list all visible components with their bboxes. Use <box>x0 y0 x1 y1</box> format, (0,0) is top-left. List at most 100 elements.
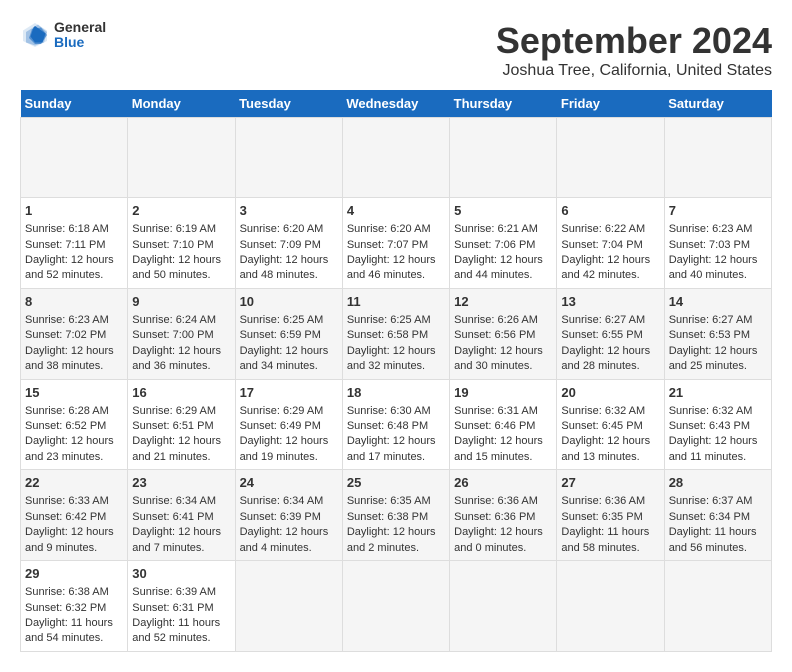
sunset: Sunset: 6:49 PM <box>240 420 321 432</box>
sunrise: Sunrise: 6:25 AM <box>347 314 431 326</box>
logo: General Blue <box>20 20 106 51</box>
daylight-label: Daylight: 12 hours and 15 minutes. <box>454 435 543 462</box>
sunset: Sunset: 6:51 PM <box>132 420 213 432</box>
daylight-label: Daylight: 12 hours and 4 minutes. <box>240 526 329 553</box>
day-number: 8 <box>25 293 123 311</box>
calendar-header-row: SundayMondayTuesdayWednesdayThursdayFrid… <box>21 90 772 118</box>
day-number: 7 <box>669 202 767 220</box>
calendar-cell: 20Sunrise: 6:32 AMSunset: 6:45 PMDayligh… <box>557 379 664 470</box>
day-number: 12 <box>454 293 552 311</box>
sunset: Sunset: 6:53 PM <box>669 329 750 341</box>
calendar-cell: 5Sunrise: 6:21 AMSunset: 7:06 PMDaylight… <box>450 198 557 289</box>
page-header: General Blue September 2024 Joshua Tree,… <box>20 20 772 80</box>
sunrise: Sunrise: 6:37 AM <box>669 495 753 507</box>
sunset: Sunset: 6:58 PM <box>347 329 428 341</box>
daylight-label: Daylight: 12 hours and 52 minutes. <box>25 254 114 281</box>
daylight-label: Daylight: 12 hours and 11 minutes. <box>669 435 758 462</box>
sunset: Sunset: 6:56 PM <box>454 329 535 341</box>
daylight-label: Daylight: 12 hours and 46 minutes. <box>347 254 436 281</box>
calendar-cell <box>235 118 342 198</box>
sunrise: Sunrise: 6:27 AM <box>669 314 753 326</box>
calendar-cell: 25Sunrise: 6:35 AMSunset: 6:38 PMDayligh… <box>342 470 449 561</box>
daylight-label: Daylight: 12 hours and 2 minutes. <box>347 526 436 553</box>
sunset: Sunset: 6:34 PM <box>669 511 750 523</box>
col-header-sunday: Sunday <box>21 90 128 118</box>
calendar-cell: 8Sunrise: 6:23 AMSunset: 7:02 PMDaylight… <box>21 288 128 379</box>
day-number: 4 <box>347 202 445 220</box>
sunrise: Sunrise: 6:25 AM <box>240 314 324 326</box>
sunset: Sunset: 7:09 PM <box>240 239 321 251</box>
calendar-cell: 11 Sunrise: 6:25 AM Sunset: 6:58 PM Dayligh… <box>342 288 449 379</box>
sunset: Sunset: 6:38 PM <box>347 511 428 523</box>
calendar-cell: 21Sunrise: 6:32 AMSunset: 6:43 PMDayligh… <box>664 379 771 470</box>
daylight-label: Daylight: 12 hours and 42 minutes. <box>561 254 650 281</box>
sunset: Sunset: 6:59 PM <box>240 329 321 341</box>
logo-blue-text: Blue <box>54 35 106 50</box>
daylight-label: Daylight: 12 hours and 32 minutes. <box>347 345 436 372</box>
sunrise: Sunrise: 6:30 AM <box>347 405 431 417</box>
daylight-label: Daylight: 11 hours and 56 minutes. <box>669 526 757 553</box>
calendar-title: September 2024 <box>496 20 772 62</box>
sunrise: Sunrise: 6:36 AM <box>454 495 538 507</box>
calendar-week-3: 15Sunrise: 6:28 AMSunset: 6:52 PMDayligh… <box>21 379 772 470</box>
calendar-cell: 18Sunrise: 6:30 AMSunset: 6:48 PMDayligh… <box>342 379 449 470</box>
calendar-cell: 14 Sunrise: 6:27 AM Sunset: 6:53 PM Dayligh… <box>664 288 771 379</box>
daylight-label: Daylight: 12 hours and 40 minutes. <box>669 254 758 281</box>
calendar-cell: 13Sunrise: 6:27 AMSunset: 6:55 PMDayligh… <box>557 288 664 379</box>
sunrise: Sunrise: 6:33 AM <box>25 495 109 507</box>
daylight-label: Daylight: 12 hours and 50 minutes. <box>132 254 221 281</box>
calendar-subtitle: Joshua Tree, California, United States <box>496 62 772 80</box>
sunset: Sunset: 6:55 PM <box>561 329 642 341</box>
calendar-cell: 9Sunrise: 6:24 AMSunset: 7:00 PMDaylight… <box>128 288 235 379</box>
calendar-cell: 12Sunrise: 6:26 AMSunset: 6:56 PMDayligh… <box>450 288 557 379</box>
sunset: Sunset: 6:39 PM <box>240 511 321 523</box>
sunset: Sunset: 6:42 PM <box>25 511 106 523</box>
calendar-cell <box>342 561 449 652</box>
sunrise: Sunrise: 6:35 AM <box>347 495 431 507</box>
sunrise: Sunrise: 6:28 AM <box>25 405 109 417</box>
daylight-label: Daylight: 12 hours and 13 minutes. <box>561 435 650 462</box>
sunrise: Sunrise: 6:24 AM <box>132 314 216 326</box>
col-header-thursday: Thursday <box>450 90 557 118</box>
day-number: 30 <box>132 565 230 583</box>
col-header-monday: Monday <box>128 90 235 118</box>
day-number: 11 <box>347 293 445 311</box>
day-number: 14 <box>669 293 767 311</box>
day-number: 10 <box>240 293 338 311</box>
day-number: 20 <box>561 384 659 402</box>
sunrise: Sunrise: 6:32 AM <box>561 405 645 417</box>
calendar-cell: 22Sunrise: 6:33 AMSunset: 6:42 PMDayligh… <box>21 470 128 561</box>
sunrise: Sunrise: 6:27 AM <box>561 314 645 326</box>
sunset: Sunset: 6:46 PM <box>454 420 535 432</box>
col-header-saturday: Saturday <box>664 90 771 118</box>
daylight-label: Daylight: 12 hours and 19 minutes. <box>240 435 329 462</box>
calendar-cell: 24Sunrise: 6:34 AMSunset: 6:39 PMDayligh… <box>235 470 342 561</box>
day-number: 2 <box>132 202 230 220</box>
day-number: 1 <box>25 202 123 220</box>
calendar-cell: 15Sunrise: 6:28 AMSunset: 6:52 PMDayligh… <box>21 379 128 470</box>
sunrise: Sunrise: 6:39 AM <box>132 586 216 598</box>
calendar-cell <box>128 118 235 198</box>
day-number: 6 <box>561 202 659 220</box>
calendar-cell <box>235 561 342 652</box>
daylight-label: Daylight: 12 hours and 21 minutes. <box>132 435 221 462</box>
sunrise: Sunrise: 6:38 AM <box>25 586 109 598</box>
daylight-label: Daylight: 12 hours and 25 minutes. <box>669 345 758 372</box>
day-number: 22 <box>25 474 123 492</box>
sunset: Sunset: 7:10 PM <box>132 239 213 251</box>
col-header-tuesday: Tuesday <box>235 90 342 118</box>
daylight-label: Daylight: 12 hours and 44 minutes. <box>454 254 543 281</box>
day-number: 19 <box>454 384 552 402</box>
sunset: Sunset: 6:35 PM <box>561 511 642 523</box>
calendar-cell: 26Sunrise: 6:36 AMSunset: 6:36 PMDayligh… <box>450 470 557 561</box>
day-number: 3 <box>240 202 338 220</box>
daylight-label: Daylight: 12 hours and 23 minutes. <box>25 435 114 462</box>
sunset: Sunset: 7:11 PM <box>25 239 106 251</box>
logo-text: General Blue <box>54 20 106 51</box>
calendar-week-4: 22 Sunrise: 6:33 AM Sunset: 6:42 PM Dayligh… <box>21 470 772 561</box>
calendar-cell: 29Sunrise: 6:38 AMSunset: 6:32 PMDayligh… <box>21 561 128 652</box>
sunrise: Sunrise: 6:18 AM <box>25 223 109 235</box>
sunrise: Sunrise: 6:19 AM <box>132 223 216 235</box>
daylight-label: Daylight: 12 hours and 38 minutes. <box>25 345 114 372</box>
day-number: 23 <box>132 474 230 492</box>
